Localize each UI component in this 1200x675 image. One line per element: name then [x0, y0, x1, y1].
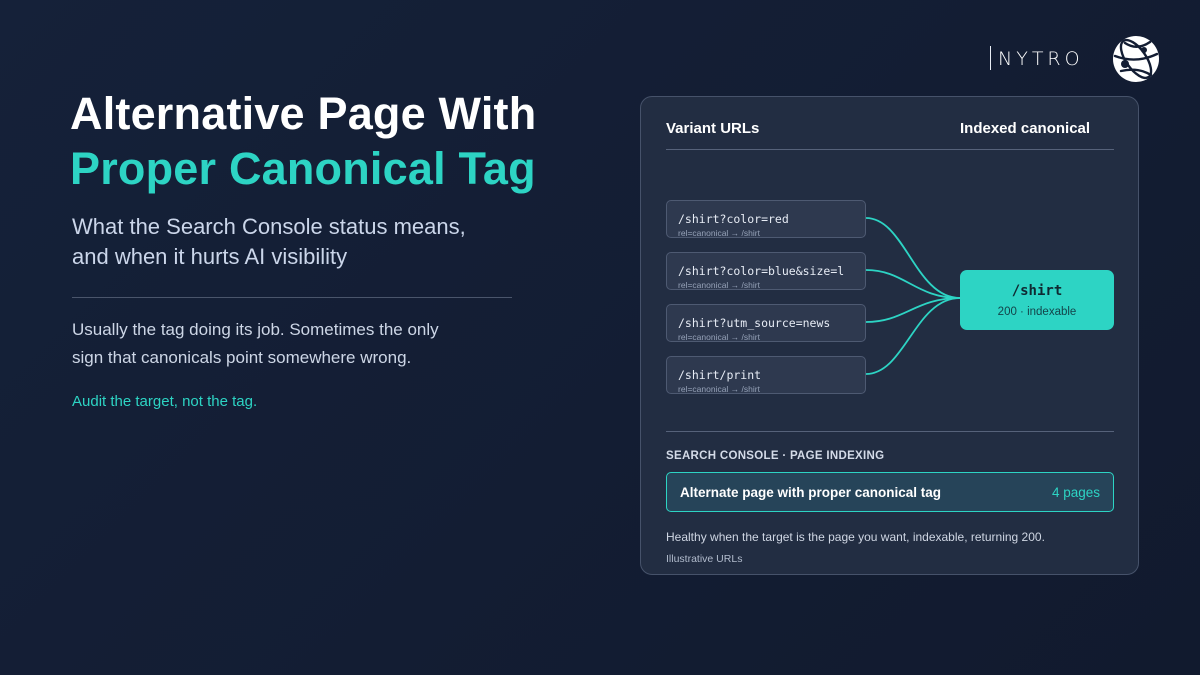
- variant-url-card: /shirt/print rel=canonical → /shirt: [666, 356, 866, 394]
- page-title-line2: Proper Canonical Tag: [70, 143, 536, 194]
- panel-section-divider: [666, 431, 1114, 432]
- variant-url-path: /shirt/print: [678, 368, 762, 382]
- subtitle: What the Search Console status means, an…: [72, 212, 542, 272]
- canonical-status: 200 · indexable: [997, 306, 1077, 318]
- variant-url-rel: rel=canonical → /shirt: [678, 280, 760, 290]
- subtitle-line2: and when it hurts AI visibility: [72, 244, 348, 269]
- page-title-line1: Alternative Page With: [70, 88, 537, 139]
- status-count: 4 pages: [1051, 485, 1100, 500]
- canonical-target-card: /shirt 200 · indexable: [960, 270, 1114, 330]
- body-text: Usually the tag doing its job. Sometimes…: [72, 316, 492, 372]
- variant-url-card: /shirt?color=red rel=canonical → /shirt: [666, 200, 866, 238]
- variant-url-path: /shirt?color=red: [678, 212, 789, 226]
- brand-name: NYTRO: [998, 48, 1084, 70]
- canonical-path: /shirt: [1011, 283, 1063, 299]
- logo-divider: [990, 46, 991, 70]
- search-console-label: SEARCH CONSOLE · PAGE INDEXING: [666, 450, 885, 462]
- variant-url-path: /shirt?color=blue&size=l: [678, 264, 845, 278]
- variant-url-rel: rel=canonical → /shirt: [678, 332, 760, 342]
- subtitle-line1: What the Search Console status means,: [72, 214, 466, 239]
- indexed-canonical-heading: Indexed canonical: [960, 120, 1091, 137]
- panel-footnote: Illustrative URLs: [666, 553, 743, 565]
- hero-divider: [72, 297, 512, 298]
- status-name: Alternate page with proper canonical tag: [680, 485, 942, 500]
- body-line1: Usually the tag doing its job. Sometimes…: [72, 320, 439, 339]
- globe-icon: [1113, 36, 1159, 82]
- variant-url-card: /shirt?color=blue&size=l rel=canonical →…: [666, 252, 866, 290]
- variant-url-rel: rel=canonical → /shirt: [678, 228, 760, 238]
- body-line2: sign that canonicals point somewhere wro…: [72, 348, 412, 367]
- variant-url-rel: rel=canonical → /shirt: [678, 384, 760, 394]
- panel-header-divider: [666, 149, 1114, 150]
- panel-note: Healthy when the target is the page you …: [666, 530, 1045, 544]
- variant-url-card: /shirt?utm_source=news rel=canonical → /…: [666, 304, 866, 342]
- variant-urls-heading: Variant URLs: [666, 120, 760, 137]
- indexing-status-row: Alternate page with proper canonical tag…: [666, 472, 1114, 512]
- cta-text: Audit the target, not the tag.: [72, 393, 258, 410]
- variant-url-path: /shirt?utm_source=news: [678, 316, 831, 330]
